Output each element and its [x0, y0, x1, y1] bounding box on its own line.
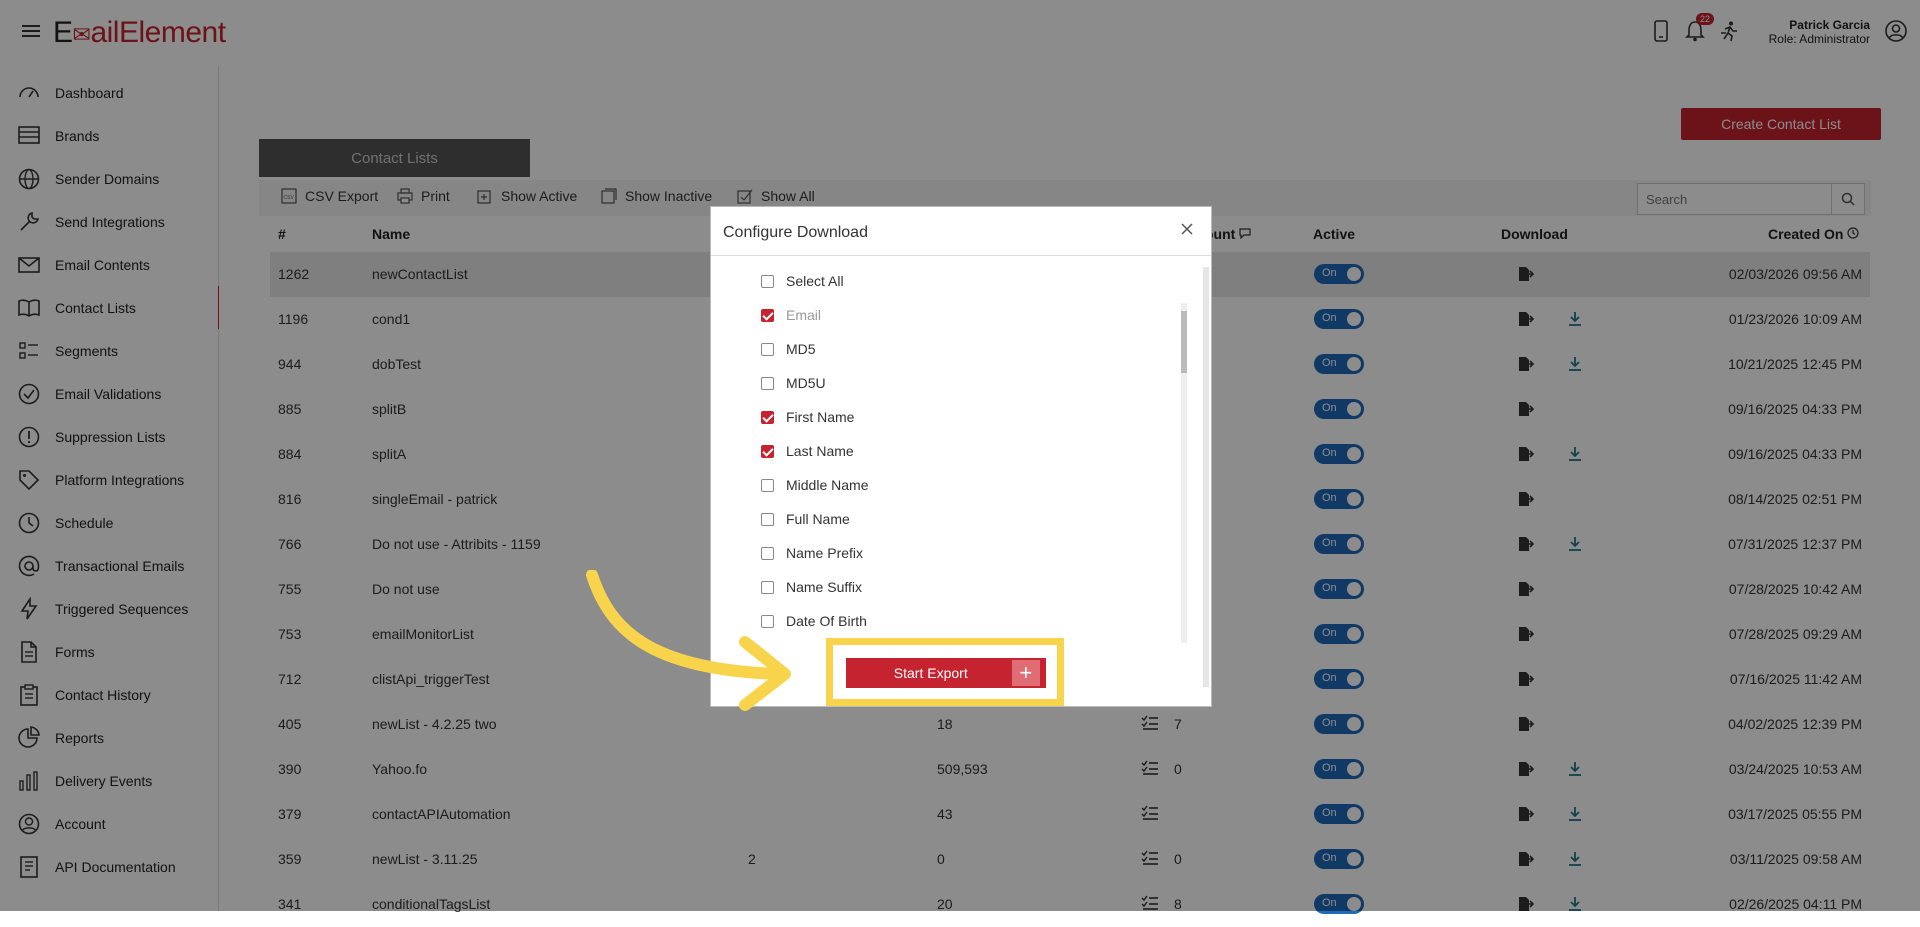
option-full-name[interactable]: Full Name [761, 507, 850, 531]
checkbox[interactable] [761, 546, 774, 560]
option-select-all[interactable]: Select All [761, 269, 844, 293]
option-first-name[interactable]: First Name [761, 405, 854, 429]
option-label: Last Name [786, 443, 854, 459]
start-export-label: Start Export [893, 665, 968, 681]
option-label: MD5U [786, 375, 826, 391]
plus-icon: + [1011, 660, 1040, 686]
start-export-button[interactable]: Start Export + [846, 658, 1046, 688]
checkbox[interactable] [761, 274, 774, 288]
checkbox[interactable] [761, 376, 774, 390]
checkbox[interactable] [761, 342, 774, 356]
checkbox[interactable] [761, 444, 774, 458]
option-name-prefix[interactable]: Name Prefix [761, 541, 863, 565]
option-label: Select All [786, 273, 844, 289]
checkbox[interactable] [761, 512, 774, 526]
option-email[interactable]: Email [761, 303, 821, 327]
option-last-name[interactable]: Last Name [761, 439, 854, 463]
close-icon[interactable] [1179, 221, 1195, 237]
option-label: Email [786, 307, 822, 323]
checkbox[interactable] [761, 478, 774, 492]
option-label: Full Name [786, 511, 850, 527]
option-md5[interactable]: MD5 [761, 337, 816, 361]
modal-title: Configure Download [723, 224, 868, 241]
option-label: First Name [786, 409, 855, 425]
option-md5u[interactable]: MD5U [761, 371, 826, 395]
checkbox[interactable] [761, 308, 774, 322]
option-label: Middle Name [786, 477, 869, 493]
divider [711, 255, 1211, 256]
checkbox[interactable] [761, 410, 774, 424]
option-label: MD5 [786, 341, 816, 357]
annotation-arrow-icon [586, 570, 791, 711]
modal-scrollbar[interactable] [1203, 267, 1209, 687]
option-middle-name[interactable]: Middle Name [761, 473, 868, 497]
options-scrollbar[interactable] [1181, 303, 1187, 643]
option-label: Name Prefix [786, 545, 864, 561]
scroll-thumb[interactable] [1181, 311, 1187, 373]
